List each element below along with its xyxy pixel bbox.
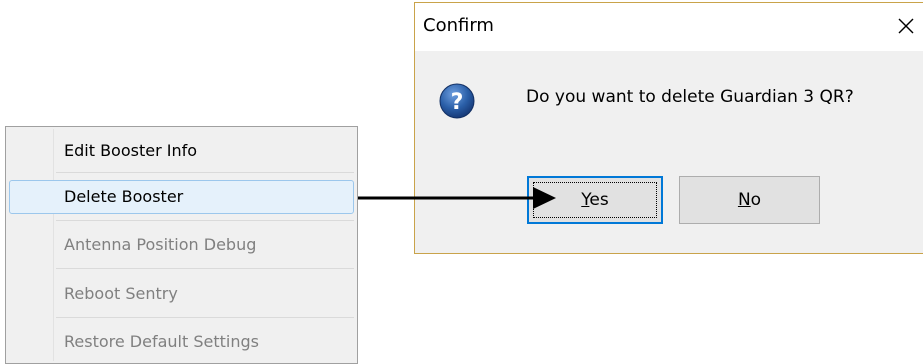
annotation-arrow: [358, 187, 556, 209]
